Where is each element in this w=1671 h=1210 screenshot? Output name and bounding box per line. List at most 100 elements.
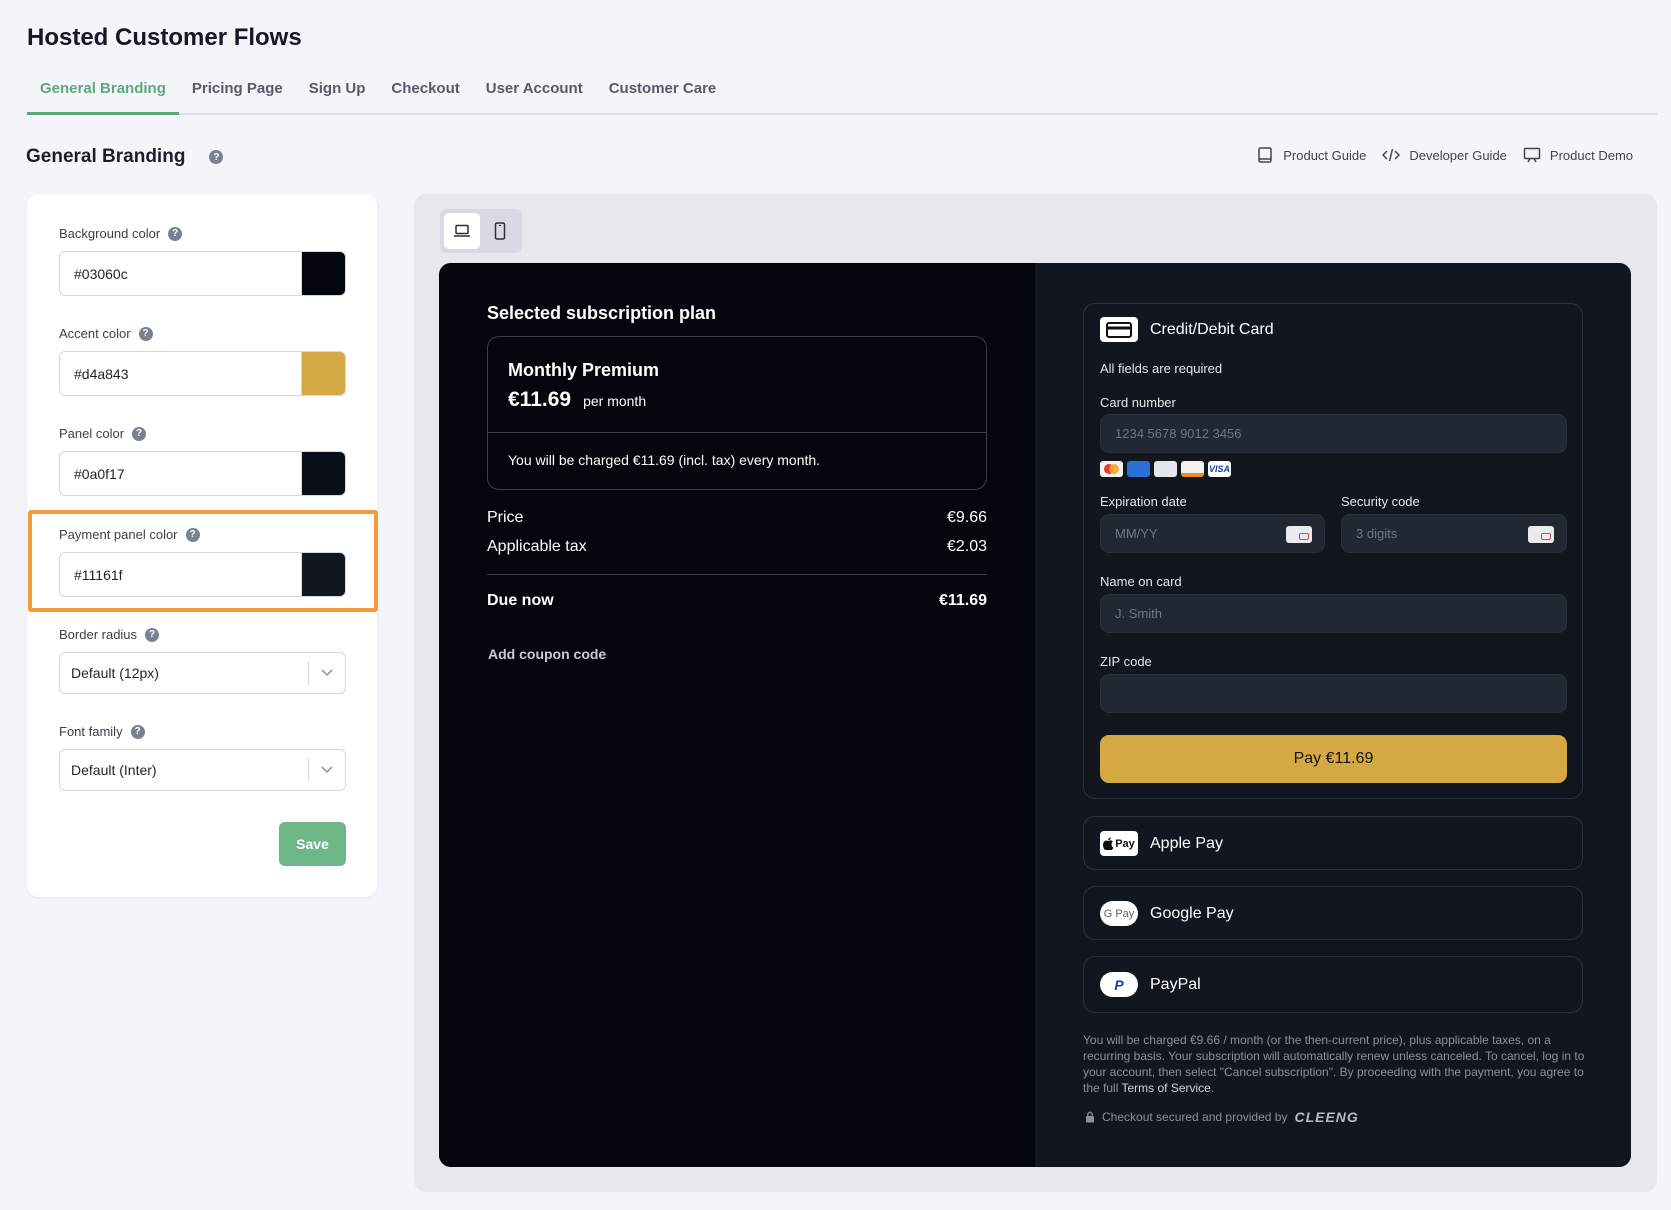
accent-color-label: Accent color ? xyxy=(59,326,153,341)
card-number-placeholder: 1234 5678 9012 3456 xyxy=(1115,426,1242,441)
help-icon[interactable]: ? xyxy=(138,326,153,341)
book-icon xyxy=(1258,147,1272,163)
apple-pay-method[interactable]: Pay Apple Pay xyxy=(1083,816,1583,870)
developer-guide-label: Developer Guide xyxy=(1409,147,1507,163)
plan-price: €11.69 per month xyxy=(508,388,646,412)
background-color-value[interactable]: #03060c xyxy=(60,252,301,295)
amex-icon xyxy=(1127,461,1150,477)
product-demo-label: Product Demo xyxy=(1549,147,1633,163)
help-icon[interactable]: ? xyxy=(168,226,183,241)
page-title: Hosted Customer Flows xyxy=(27,24,302,51)
name-on-card-input[interactable]: J. Smith xyxy=(1100,594,1567,633)
code-icon xyxy=(1382,148,1401,162)
divider xyxy=(487,574,987,575)
name-on-card-label: Name on card xyxy=(1100,574,1182,589)
laptop-icon xyxy=(454,224,470,237)
mastercard-icon xyxy=(1100,461,1123,477)
apple-pay-label: Apple Pay xyxy=(1150,834,1223,852)
chevron-down-icon[interactable] xyxy=(309,669,345,677)
add-coupon-link[interactable]: Add coupon code xyxy=(488,646,606,662)
background-color-label: Background color ? xyxy=(59,226,183,241)
google-pay-header: G Pay Google Pay xyxy=(1100,901,1234,926)
font-family-select[interactable]: Default (Inter) xyxy=(59,749,346,791)
price-row: Price €9.66 xyxy=(487,509,987,527)
pay-button[interactable]: Pay €11.69 xyxy=(1100,735,1567,783)
border-radius-select[interactable]: Default (12px) xyxy=(59,652,346,694)
zip-code-label: ZIP code xyxy=(1100,654,1152,669)
plan-panel: Selected subscription plan Monthly Premi… xyxy=(439,263,1035,1167)
terms-of-service-link[interactable]: Terms of Service xyxy=(1121,1081,1210,1095)
google-pay-icon: G Pay xyxy=(1100,901,1138,926)
accent-color-input[interactable]: #d4a843 xyxy=(59,351,346,396)
plan-name: Monthly Premium xyxy=(508,360,660,380)
google-pay-method[interactable]: G Pay Google Pay xyxy=(1083,886,1583,940)
plan-card: Monthly Premium €11.69 per month You wil… xyxy=(487,336,987,490)
payment-panel-color-input[interactable]: #11161f xyxy=(59,552,346,597)
tab-pricing-page[interactable]: Pricing Page xyxy=(179,72,296,115)
section-header: General Branding ? xyxy=(26,146,224,168)
help-icon[interactable]: ? xyxy=(145,627,160,642)
help-icon[interactable]: ? xyxy=(209,150,224,164)
diners-icon xyxy=(1154,461,1177,477)
security-code-placeholder: 3 digits xyxy=(1356,526,1398,541)
developer-guide-link[interactable]: Developer Guide xyxy=(1382,146,1507,164)
expiration-input[interactable]: MM/YY xyxy=(1100,514,1325,553)
zip-code-input[interactable] xyxy=(1100,674,1567,713)
product-guide-label: Product Guide xyxy=(1283,147,1367,163)
paypal-method[interactable]: P PayPal xyxy=(1083,956,1583,1013)
background-color-input[interactable]: #03060c xyxy=(59,251,346,296)
help-icon[interactable]: ? xyxy=(132,426,147,441)
desktop-view-button[interactable] xyxy=(444,213,480,249)
panel-color-input[interactable]: #0a0f17 xyxy=(59,451,346,496)
tab-checkout[interactable]: Checkout xyxy=(378,72,472,115)
expiration-label: Expiration date xyxy=(1100,494,1187,509)
tab-customer-care[interactable]: Customer Care xyxy=(596,72,730,115)
expiration-placeholder: MM/YY xyxy=(1115,526,1158,541)
presentation-icon xyxy=(1523,147,1541,163)
payment-panel-color-swatch[interactable] xyxy=(301,553,345,596)
background-color-label-text: Background color xyxy=(59,226,161,241)
product-demo-link[interactable]: Product Demo xyxy=(1523,146,1633,164)
tab-user-account[interactable]: User Account xyxy=(473,72,596,115)
panel-color-value[interactable]: #0a0f17 xyxy=(60,452,301,495)
card-number-label: Card number xyxy=(1100,395,1176,410)
name-on-card-placeholder: J. Smith xyxy=(1115,606,1162,621)
background-color-swatch[interactable] xyxy=(301,252,345,295)
product-guide-link[interactable]: Product Guide xyxy=(1256,146,1366,164)
security-code-input[interactable]: 3 digits xyxy=(1341,514,1567,553)
secured-footer: Checkout secured and provided by CLEENG xyxy=(1085,1109,1359,1125)
card-method-header[interactable]: Credit/Debit Card xyxy=(1100,317,1274,342)
help-icon[interactable]: ? xyxy=(185,527,200,542)
tab-sign-up[interactable]: Sign Up xyxy=(296,72,379,115)
font-family-value: Default (Inter) xyxy=(71,762,157,778)
card-expiry-icon xyxy=(1286,526,1312,543)
tax-value: €2.03 xyxy=(946,538,987,555)
payment-panel-color-label: Payment panel color ? xyxy=(59,527,200,542)
price-label: Price xyxy=(487,509,524,526)
due-now-row: Due now €11.69 xyxy=(487,592,987,610)
secured-text: Checkout secured and provided by xyxy=(1102,1110,1288,1124)
required-note: All fields are required xyxy=(1100,361,1223,376)
phone-icon xyxy=(494,222,506,240)
due-now-label: Due now xyxy=(487,592,554,609)
accent-color-value[interactable]: #d4a843 xyxy=(60,352,301,395)
device-toggle xyxy=(440,209,522,253)
due-now-value: €11.69 xyxy=(938,592,987,609)
mobile-view-button[interactable] xyxy=(482,213,518,249)
apple-pay-header: Pay Apple Pay xyxy=(1100,831,1223,856)
panel-color-swatch[interactable] xyxy=(301,452,345,495)
disclaimer-end: . xyxy=(1210,1081,1215,1095)
payment-panel-color-value[interactable]: #11161f xyxy=(60,553,301,596)
accent-color-label-text: Accent color xyxy=(59,326,131,341)
card-number-input[interactable]: 1234 5678 9012 3456 xyxy=(1100,414,1567,453)
help-icon[interactable]: ? xyxy=(130,724,145,739)
chevron-down-icon[interactable] xyxy=(309,766,345,774)
credit-card-icon xyxy=(1100,317,1138,342)
tab-general-branding[interactable]: General Branding xyxy=(27,72,179,115)
save-button[interactable]: Save xyxy=(279,822,346,866)
card-cvc-icon xyxy=(1528,526,1554,543)
accent-color-swatch[interactable] xyxy=(301,352,345,395)
guide-links: Product Guide Developer Guide Product De… xyxy=(1256,146,1633,164)
google-pay-label: Google Pay xyxy=(1150,904,1234,922)
border-radius-label: Border radius ? xyxy=(59,627,160,642)
